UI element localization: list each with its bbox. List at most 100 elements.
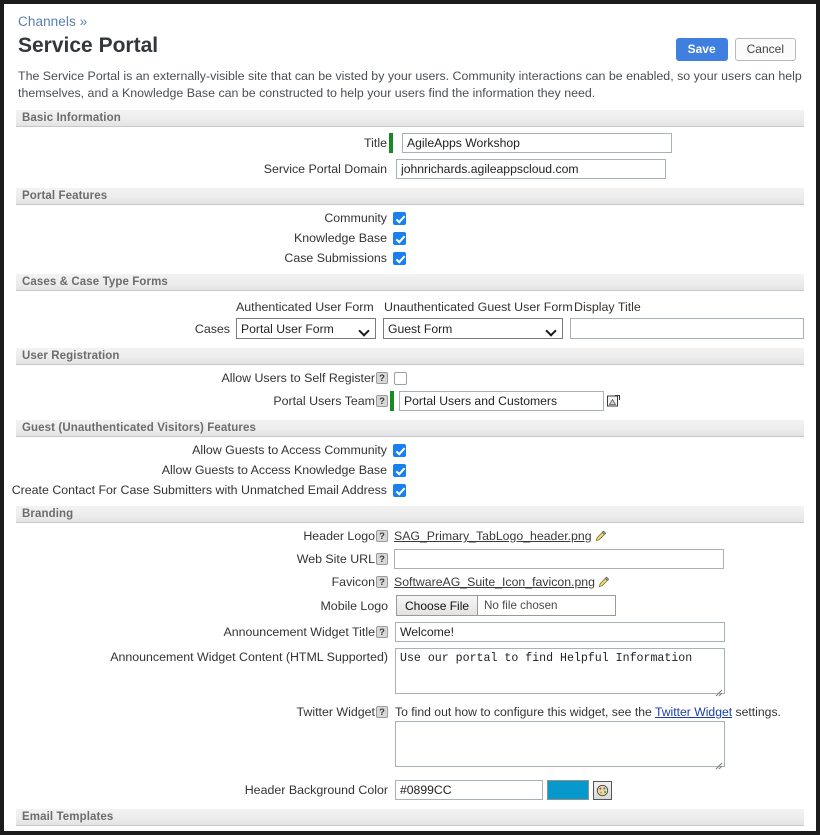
label-portal-users-team: Portal Users Team — [273, 394, 375, 408]
checkbox-create-contact-unmatched-email[interactable] — [393, 483, 406, 497]
header-background-color-input[interactable] — [395, 780, 543, 800]
title-input[interactable] — [402, 133, 672, 153]
choose-file-button[interactable]: Choose File — [397, 596, 479, 615]
title-row: Service Portal Save Cancel — [14, 34, 806, 61]
field-row-case-submissions: Case Submissions — [14, 251, 806, 265]
section-cases-case-type-forms: Cases & Case Type Forms — [16, 274, 804, 291]
field-row-mobile-logo: Mobile Logo Choose File No file chosen — [14, 595, 806, 616]
label-header-logo: Header Logo — [303, 529, 375, 543]
field-row-cases: Cases Portal User Form Guest Form — [14, 318, 806, 339]
section-guest-features: Guest (Unauthenticated Visitors) Feature… — [16, 420, 804, 437]
field-row-domain: Service Portal Domain — [14, 159, 806, 179]
field-row-guest-community: Allow Guests to Access Community — [14, 443, 806, 457]
field-row-header-logo: Header Logo ? SAG_Primary_TabLogo_header… — [14, 529, 806, 543]
label-community: Community — [324, 211, 387, 225]
field-row-portal-users-team: Portal Users Team ? — [14, 391, 806, 411]
section-user-registration: User Registration — [16, 348, 804, 365]
field-row-announcement-content: Announcement Widget Content (HTML Suppor… — [14, 648, 806, 699]
twitter-note-prefix: To find out how to configure this widget… — [395, 705, 655, 719]
checkbox-community[interactable] — [393, 211, 406, 225]
label-create-contact-unmatched-email: Create Contact For Case Submitters with … — [11, 483, 387, 497]
label-allow-guests-knowledge-base: Allow Guests to Access Knowledge Base — [161, 463, 387, 477]
help-icon-self-register[interactable]: ? — [376, 372, 388, 384]
pencil-icon-favicon[interactable] — [597, 576, 610, 589]
field-row-guest-knowledge-base: Allow Guests to Access Knowledge Base — [14, 463, 806, 477]
page-title: Service Portal — [18, 34, 159, 57]
web-site-url-input[interactable] — [394, 549, 724, 569]
section-email-templates: Email Templates — [16, 809, 804, 826]
pencil-icon-header-logo[interactable] — [594, 530, 607, 543]
checkbox-case-submissions[interactable] — [393, 251, 406, 265]
label-favicon: Favicon — [331, 575, 375, 589]
field-row-knowledge-base: Knowledge Base — [14, 231, 806, 245]
unauthenticated-guest-user-form-select[interactable]: Guest Form — [383, 318, 563, 339]
announcement-widget-title-input[interactable] — [395, 622, 725, 642]
twitter-widget-settings-link[interactable]: Twitter Widget — [655, 705, 732, 719]
twitter-widget-textarea[interactable] — [395, 721, 725, 767]
checkbox-allow-guests-knowledge-base[interactable] — [393, 463, 406, 477]
authenticated-user-form-value: Portal User Form — [241, 321, 334, 336]
field-row-title: Title — [14, 133, 806, 153]
required-indicator-portal-users-team — [390, 391, 394, 411]
label-announcement-widget-content: Announcement Widget Content (HTML Suppor… — [110, 650, 388, 664]
twitter-widget-note: To find out how to configure this widget… — [395, 705, 781, 719]
section-branding: Branding — [16, 506, 804, 523]
label-mobile-logo: Mobile Logo — [320, 598, 388, 613]
field-row-community: Community — [14, 211, 806, 225]
column-header-display-title: Display Title — [574, 300, 641, 314]
page-description: The Service Portal is an externally-visi… — [18, 69, 802, 100]
field-row-header-bg-color: Header Background Color — [14, 780, 806, 800]
breadcrumb-channels[interactable]: Channels » — [18, 14, 87, 29]
label-twitter-widget: Twitter Widget — [296, 705, 376, 719]
field-row-favicon: Favicon ? SoftwareAG_Suite_Icon_favicon.… — [14, 575, 806, 589]
unauthenticated-guest-user-form-value: Guest Form — [388, 321, 453, 336]
label-cases: Cases — [194, 321, 230, 336]
label-announcement-widget-title: Announcement Widget Title — [223, 625, 375, 639]
help-icon-twitter-widget[interactable]: ? — [376, 706, 388, 718]
label-header-background-color: Header Background Color — [244, 783, 388, 797]
section-basic-information: Basic Information — [16, 110, 804, 127]
field-row-create-contact: Create Contact For Case Submitters with … — [11, 483, 806, 497]
field-row-twitter-widget: Twitter Widget ? To find out how to conf… — [14, 705, 806, 772]
label-knowledge-base: Knowledge Base — [294, 231, 387, 245]
twitter-note-suffix: settings. — [732, 705, 781, 719]
color-picker-icon[interactable] — [593, 780, 612, 800]
column-header-authenticated-user-form: Authenticated User Form — [236, 300, 374, 314]
help-icon-announcement-title[interactable]: ? — [376, 626, 388, 638]
authenticated-user-form-select[interactable]: Portal User Form — [236, 318, 376, 339]
label-case-submissions: Case Submissions — [284, 251, 387, 265]
display-title-input[interactable] — [570, 318, 804, 339]
save-button[interactable]: Save — [675, 38, 728, 61]
cases-column-headers: Authenticated User Form Unauthenticated … — [14, 300, 806, 314]
checkbox-allow-guests-community[interactable] — [393, 443, 406, 457]
column-header-unauthenticated-guest-user-form: Unauthenticated Guest User Form — [384, 300, 573, 314]
label-title-text: Title — [364, 136, 387, 150]
field-row-web-site-url: Web Site URL ? — [14, 549, 806, 569]
label-service-portal-domain: Service Portal Domain — [14, 162, 389, 176]
announcement-widget-content-textarea[interactable] — [395, 648, 725, 694]
label-allow-guests-community: Allow Guests to Access Community — [192, 443, 387, 457]
portal-users-team-input[interactable] — [399, 391, 604, 411]
help-icon-web-site-url[interactable]: ? — [376, 553, 388, 565]
help-icon-portal-users-team[interactable]: ? — [376, 395, 388, 407]
field-row-announcement-title: Announcement Widget Title ? — [14, 622, 806, 642]
header-logo-file-link[interactable]: SAG_Primary_TabLogo_header.png — [394, 529, 592, 543]
cancel-button[interactable]: Cancel — [734, 38, 796, 61]
help-icon-header-logo[interactable]: ? — [376, 530, 388, 542]
service-portal-page: Channels » Service Portal Save Cancel Th… — [0, 0, 820, 835]
section-portal-features: Portal Features — [16, 188, 804, 205]
mobile-logo-file-input[interactable]: Choose File No file chosen — [396, 595, 616, 616]
label-domain-text: Service Portal Domain — [263, 162, 387, 176]
service-portal-domain-input[interactable] — [396, 159, 666, 179]
help-icon-favicon[interactable]: ? — [376, 576, 388, 588]
label-title: Title — [14, 136, 389, 150]
checkbox-knowledge-base[interactable] — [393, 231, 406, 245]
lookup-icon[interactable] — [606, 393, 622, 409]
twitter-textarea-wrap — [395, 721, 725, 772]
field-row-self-register: Allow Users to Self Register ? — [14, 371, 806, 385]
header-background-color-swatch — [547, 780, 589, 800]
label-allow-users-to-self-register: Allow Users to Self Register — [221, 371, 375, 385]
mobile-logo-file-status: No file chosen — [484, 599, 558, 612]
checkbox-allow-self-register[interactable] — [394, 371, 407, 385]
favicon-file-link[interactable]: SoftwareAG_Suite_Icon_favicon.png — [394, 575, 595, 589]
